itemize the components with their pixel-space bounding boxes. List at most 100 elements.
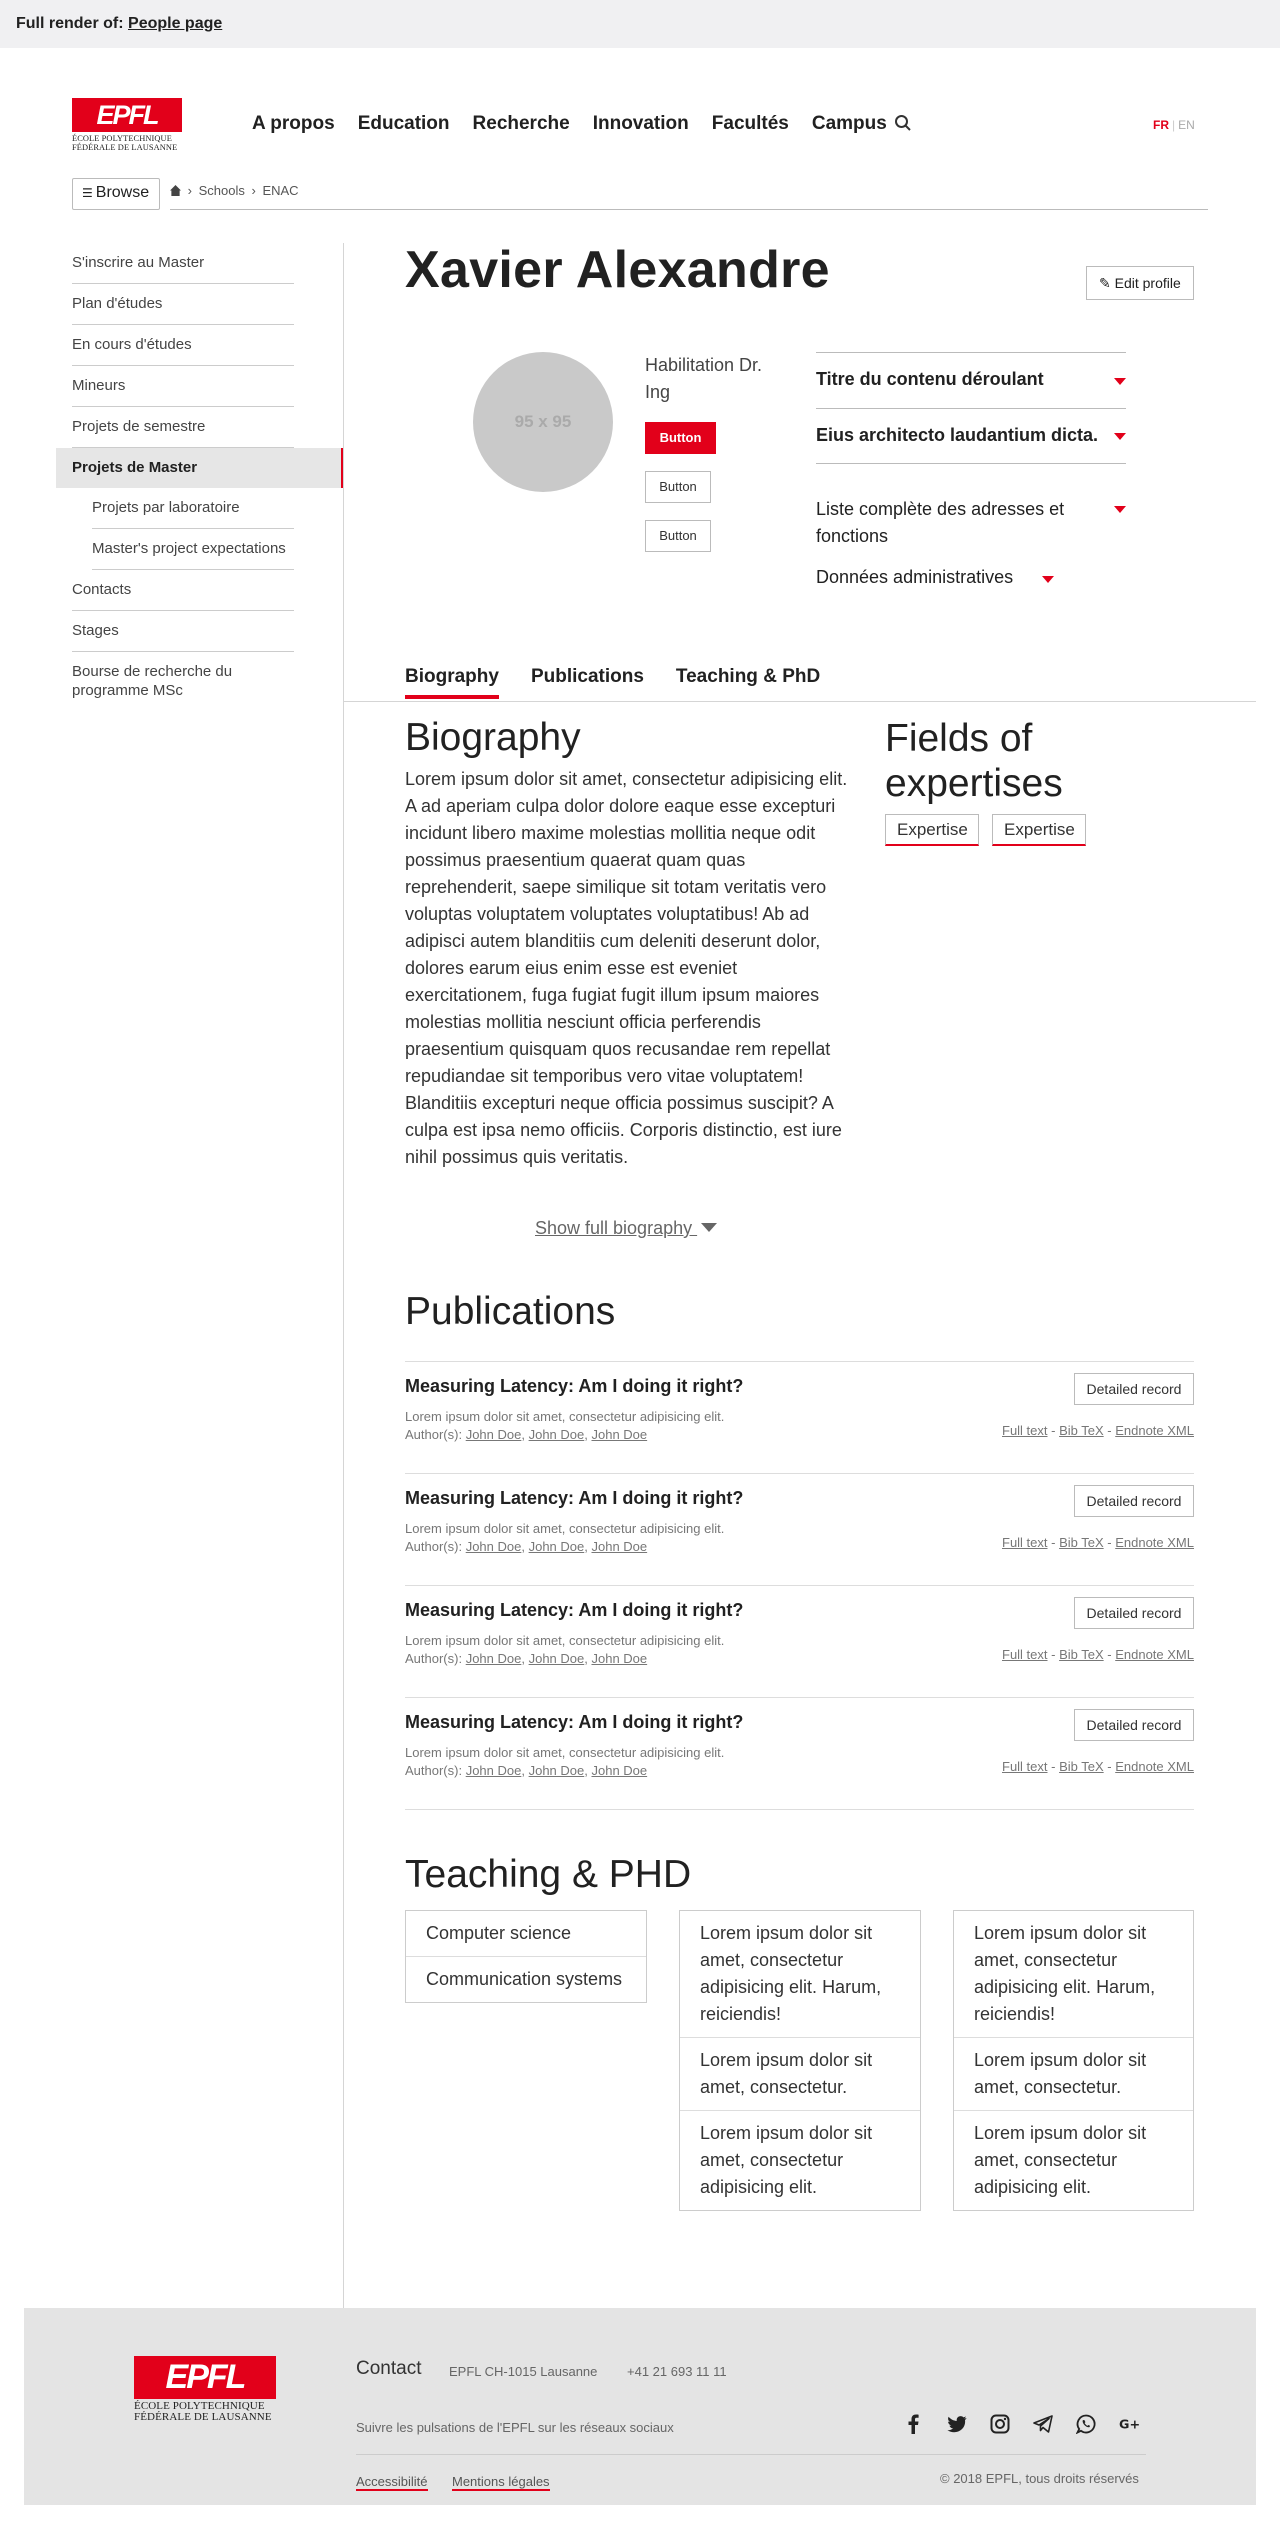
teaching-item[interactable]: Communication systems: [406, 1957, 646, 2002]
lang-separator: |: [1172, 118, 1176, 132]
expertise-tag[interactable]: Expertise: [992, 814, 1086, 846]
publication-title[interactable]: Measuring Latency: Am I doing it right?: [405, 1488, 743, 1509]
author-link[interactable]: John Doe: [591, 1651, 647, 1666]
tab-publications[interactable]: Publications: [531, 666, 644, 699]
dropdown-donnees-administratives[interactable]: Données administratives: [816, 567, 1056, 588]
dropdown-divider: [816, 463, 1126, 464]
home-icon[interactable]: [170, 185, 181, 196]
detailed-record-button[interactable]: Detailed record: [1074, 1597, 1194, 1629]
teaching-item[interactable]: Computer science: [406, 1911, 646, 1957]
footer-link-mentions-legales[interactable]: Mentions légales: [452, 2475, 550, 2491]
publication-divider: [405, 1697, 1194, 1698]
browse-button[interactable]: ☰ Browse: [72, 178, 160, 210]
search-icon[interactable]: [894, 114, 912, 132]
sidebar-item-projets-laboratoire[interactable]: Projets par laboratoire: [56, 488, 344, 529]
full-text-link[interactable]: Full text: [1002, 1759, 1048, 1774]
detailed-record-button[interactable]: Detailed record: [1074, 1373, 1194, 1405]
facebook-icon[interactable]: [904, 2414, 924, 2434]
endnote-xml-link[interactable]: Endnote XML: [1115, 1423, 1194, 1438]
teaching-item[interactable]: Lorem ipsum dolor sit amet, consectetur …: [954, 2111, 1193, 2210]
publication-title[interactable]: Measuring Latency: Am I doing it right?: [405, 1712, 743, 1733]
breadcrumb-enac[interactable]: ENAC: [262, 183, 298, 198]
full-text-link[interactable]: Full text: [1002, 1647, 1048, 1662]
tab-teaching-phd[interactable]: Teaching & PhD: [676, 666, 820, 699]
sidebar-item-inscrire[interactable]: S'inscrire au Master: [56, 243, 344, 284]
author-link[interactable]: John Doe: [466, 1427, 522, 1442]
author-link[interactable]: John Doe: [591, 1763, 647, 1778]
teaching-item[interactable]: Lorem ipsum dolor sit amet, consectetur …: [954, 1911, 1193, 2038]
nav-item-a-propos[interactable]: A propos: [252, 113, 335, 135]
bibtex-link[interactable]: Bib TeX: [1059, 1535, 1104, 1550]
author-link[interactable]: John Doe: [591, 1427, 647, 1442]
nav-item-education[interactable]: Education: [358, 113, 450, 135]
nav-item-innovation[interactable]: Innovation: [593, 113, 689, 135]
publication-title[interactable]: Measuring Latency: Am I doing it right?: [405, 1376, 743, 1397]
sidebar-item-bourse[interactable]: Bourse de recherche du programme MSc: [56, 652, 344, 711]
sidebar-item-plan-etudes[interactable]: Plan d'études: [56, 284, 344, 325]
bibtex-link[interactable]: Bib TeX: [1059, 1647, 1104, 1662]
teaching-item[interactable]: Lorem ipsum dolor sit amet, consectetur.: [680, 2038, 920, 2111]
dropdown-adresses-fonctions[interactable]: Liste complète des adresses et fonctions: [816, 496, 1126, 550]
author-link[interactable]: John Doe: [529, 1651, 585, 1666]
banner-link[interactable]: People page: [128, 15, 222, 32]
lang-en[interactable]: EN: [1178, 118, 1195, 132]
publication-description: Lorem ipsum dolor sit amet, consectetur …: [405, 1521, 725, 1536]
publication-title[interactable]: Measuring Latency: Am I doing it right?: [405, 1600, 743, 1621]
author-link[interactable]: John Doe: [466, 1651, 522, 1666]
endnote-xml-link[interactable]: Endnote XML: [1115, 1759, 1194, 1774]
twitter-icon[interactable]: [947, 2414, 967, 2434]
tab-biography[interactable]: Biography: [405, 666, 499, 699]
sidebar-item-label: Contacts: [72, 570, 294, 611]
full-text-link[interactable]: Full text: [1002, 1535, 1048, 1550]
sidebar-item-mineurs[interactable]: Mineurs: [56, 366, 344, 407]
sidebar-item-projets-semestre[interactable]: Projets de semestre: [56, 407, 344, 448]
edit-profile-button[interactable]: ✎ Edit profile: [1086, 266, 1194, 300]
sidebar-item-master-expectations[interactable]: Master's project expectations: [56, 529, 344, 570]
footer-phone[interactable]: +41 21 693 11 11: [627, 2364, 727, 2379]
dropdown-titre-contenu[interactable]: Titre du contenu déroulant: [816, 369, 1126, 390]
publication-divider: [405, 1585, 1194, 1586]
footer-link-accessibilite[interactable]: Accessibilité: [356, 2475, 428, 2491]
endnote-xml-link[interactable]: Endnote XML: [1115, 1535, 1194, 1550]
dropdown-label: Titre du contenu déroulant: [816, 369, 1044, 389]
full-text-link[interactable]: Full text: [1002, 1423, 1048, 1438]
telegram-icon[interactable]: [1033, 2414, 1053, 2434]
author-link[interactable]: John Doe: [529, 1763, 585, 1778]
teaching-item[interactable]: Lorem ipsum dolor sit amet, consectetur …: [680, 2111, 920, 2210]
author-link[interactable]: John Doe: [529, 1427, 585, 1442]
epfl-logo[interactable]: EPFL ÉCOLE POLYTECHNIQUE FÉDÉRALE DE LAU…: [72, 98, 182, 152]
endnote-xml-link[interactable]: Endnote XML: [1115, 1647, 1194, 1662]
lang-fr[interactable]: FR: [1153, 118, 1169, 132]
sidebar-item-en-cours[interactable]: En cours d'études: [56, 325, 344, 366]
nav-item-campus[interactable]: Campus: [812, 113, 887, 135]
breadcrumb-schools[interactable]: Schools: [199, 183, 245, 198]
show-full-biography-link[interactable]: Show full biography: [535, 1218, 718, 1239]
sidebar-item-stages[interactable]: Stages: [56, 611, 344, 652]
footer-epfl-logo[interactable]: EPFL ÉCOLE POLYTECHNIQUE FÉDÉRALE DE LAU…: [134, 2356, 276, 2423]
detailed-record-button[interactable]: Detailed record: [1074, 1485, 1194, 1517]
author-link[interactable]: John Doe: [466, 1539, 522, 1554]
footer-divider: [356, 2454, 1146, 2455]
nav-item-recherche[interactable]: Recherche: [473, 113, 570, 135]
whatsapp-icon[interactable]: [1076, 2414, 1096, 2434]
instagram-icon[interactable]: [990, 2414, 1010, 2434]
primary-button[interactable]: Button: [645, 422, 716, 454]
author-link[interactable]: John Doe: [591, 1539, 647, 1554]
author-link[interactable]: John Doe: [529, 1539, 585, 1554]
google-plus-icon[interactable]: G+: [1119, 2414, 1139, 2434]
sidebar-item-contacts[interactable]: Contacts: [56, 570, 344, 611]
teaching-item[interactable]: Lorem ipsum dolor sit amet, consectetur …: [680, 1911, 920, 2038]
sidebar-item-projets-master[interactable]: Projets de Master: [56, 448, 344, 488]
teaching-item[interactable]: Lorem ipsum dolor sit amet, consectetur.: [954, 2038, 1193, 2111]
publication-description: Lorem ipsum dolor sit amet, consectetur …: [405, 1409, 725, 1424]
author-link[interactable]: John Doe: [466, 1763, 522, 1778]
dropdown-eius-architecto[interactable]: Eius architecto laudantium dicta.: [816, 425, 1126, 446]
bibtex-link[interactable]: Bib TeX: [1059, 1423, 1104, 1438]
bibtex-link[interactable]: Bib TeX: [1059, 1759, 1104, 1774]
secondary-button[interactable]: Button: [645, 520, 711, 552]
expertise-tag[interactable]: Expertise: [885, 814, 979, 846]
detailed-record-button[interactable]: Detailed record: [1074, 1709, 1194, 1741]
secondary-button[interactable]: Button: [645, 471, 711, 503]
nav-item-facultes[interactable]: Facultés: [712, 113, 789, 135]
authors-prefix: Author(s):: [405, 1427, 463, 1442]
